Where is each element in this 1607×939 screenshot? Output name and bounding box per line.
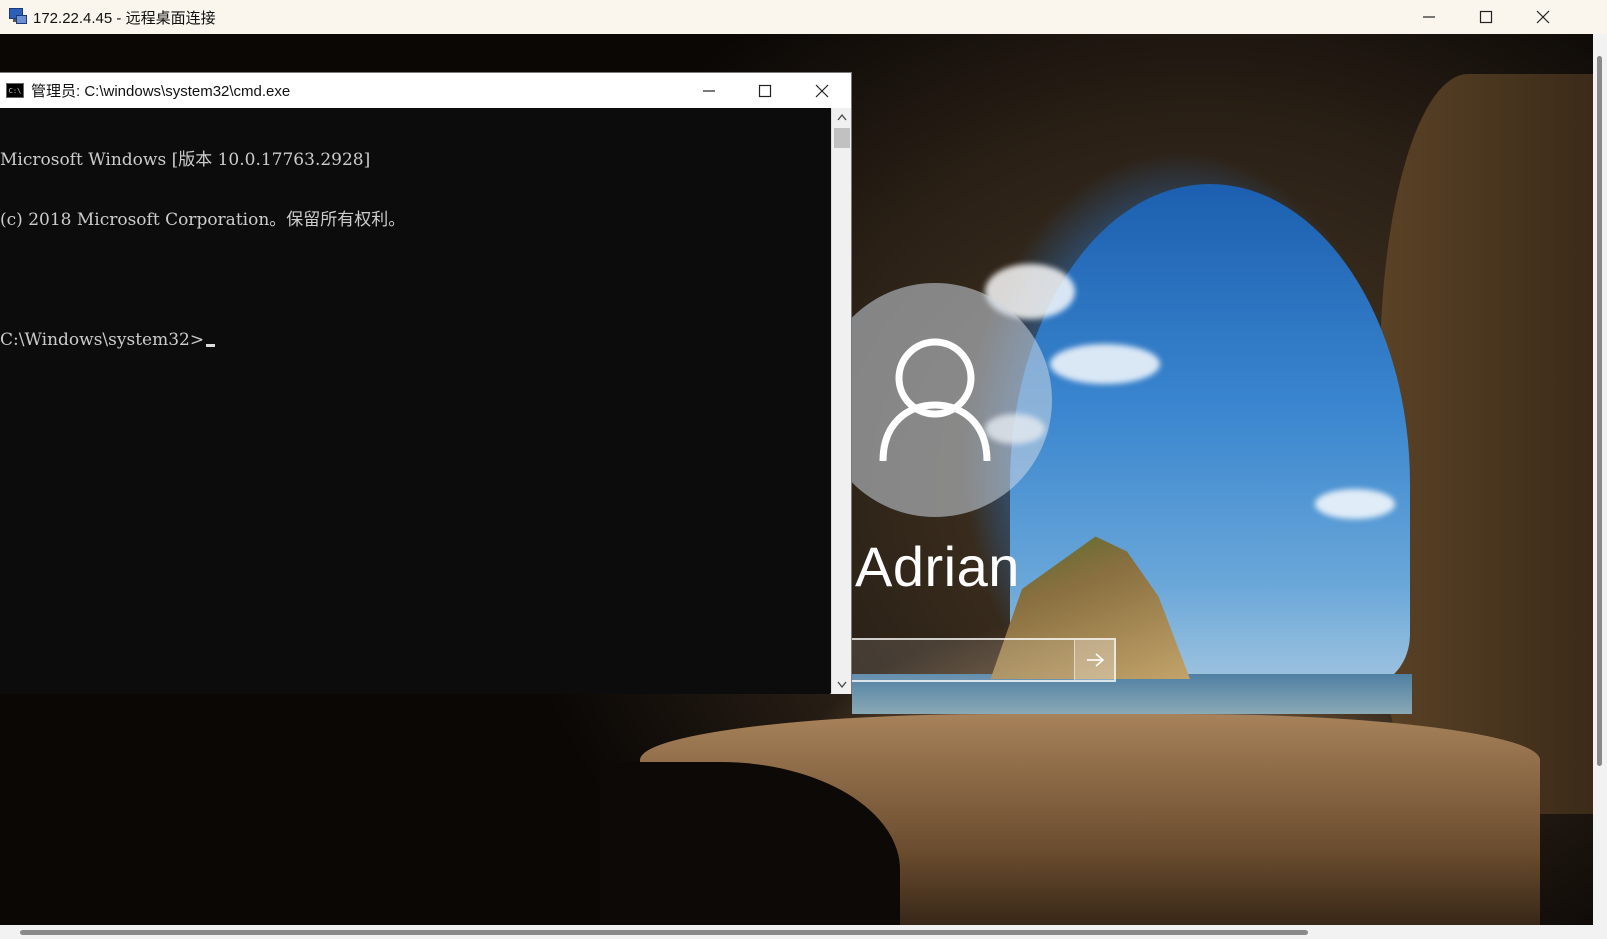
- arrow-right-icon: [1086, 653, 1104, 667]
- user-avatar-icon: [818, 283, 1052, 517]
- cmd-window-title: 管理员: C:\windows\system32\cmd.exe: [31, 83, 291, 100]
- minimize-icon: [703, 89, 715, 92]
- scroll-down-button[interactable]: [832, 676, 851, 694]
- cmd-titlebar[interactable]: C:\ 管理员: C:\windows\system32\cmd.exe: [0, 73, 851, 108]
- rdp-close-button[interactable]: [1514, 0, 1572, 34]
- scroll-up-button[interactable]: [832, 108, 851, 126]
- chevron-up-icon: [836, 113, 847, 121]
- console-prompt[interactable]: C:\Windows\system32>: [0, 330, 830, 350]
- rdp-maximize-button[interactable]: [1457, 0, 1515, 34]
- horizontal-scrollbar-thumb[interactable]: [20, 930, 1308, 935]
- login-username: Adrian: [855, 535, 1020, 598]
- console-line: (c) 2018 Microsoft Corporation。保留所有权利。: [0, 210, 406, 230]
- maximize-icon: [1479, 10, 1493, 24]
- cmd-window[interactable]: C:\ 管理员: C:\windows\system32\cmd.exe Mic…: [0, 72, 852, 694]
- cmd-scrollbar[interactable]: [831, 108, 851, 694]
- cmd-app-icon: C:\: [6, 83, 24, 98]
- remote-desktop-icon: [7, 6, 29, 28]
- close-icon: [815, 84, 829, 97]
- scrollbar-thumb[interactable]: [834, 128, 850, 148]
- chevron-down-icon: [836, 681, 847, 689]
- rdp-titlebar[interactable]: 172.22.4.45 - 远程桌面连接: [0, 0, 1607, 34]
- rdp-minimize-button[interactable]: [1400, 0, 1458, 34]
- rdp-horizontal-scrollbar[interactable]: [0, 925, 1593, 939]
- console-output[interactable]: Microsoft Windows [版本 10.0.17763.2928] (…: [0, 108, 830, 694]
- console-line: Microsoft Windows [版本 10.0.17763.2928]: [0, 150, 371, 170]
- prompt-text: C:\Windows\system32>: [0, 330, 205, 350]
- minimize-icon: [1423, 16, 1435, 18]
- scrollbar-corner: [1593, 925, 1607, 939]
- maximize-icon: [758, 84, 772, 97]
- rdp-vertical-scrollbar[interactable]: [1593, 34, 1607, 932]
- close-icon: [1536, 10, 1550, 24]
- rdp-window-title: 172.22.4.45 - 远程桌面连接: [33, 9, 216, 27]
- cmd-maximize-button[interactable]: [737, 73, 793, 108]
- cmd-minimize-button[interactable]: [681, 73, 737, 108]
- vertical-scrollbar-thumb[interactable]: [1597, 56, 1602, 766]
- text-cursor: [206, 344, 216, 347]
- cmd-close-button[interactable]: [794, 73, 850, 108]
- submit-button[interactable]: [1074, 640, 1114, 680]
